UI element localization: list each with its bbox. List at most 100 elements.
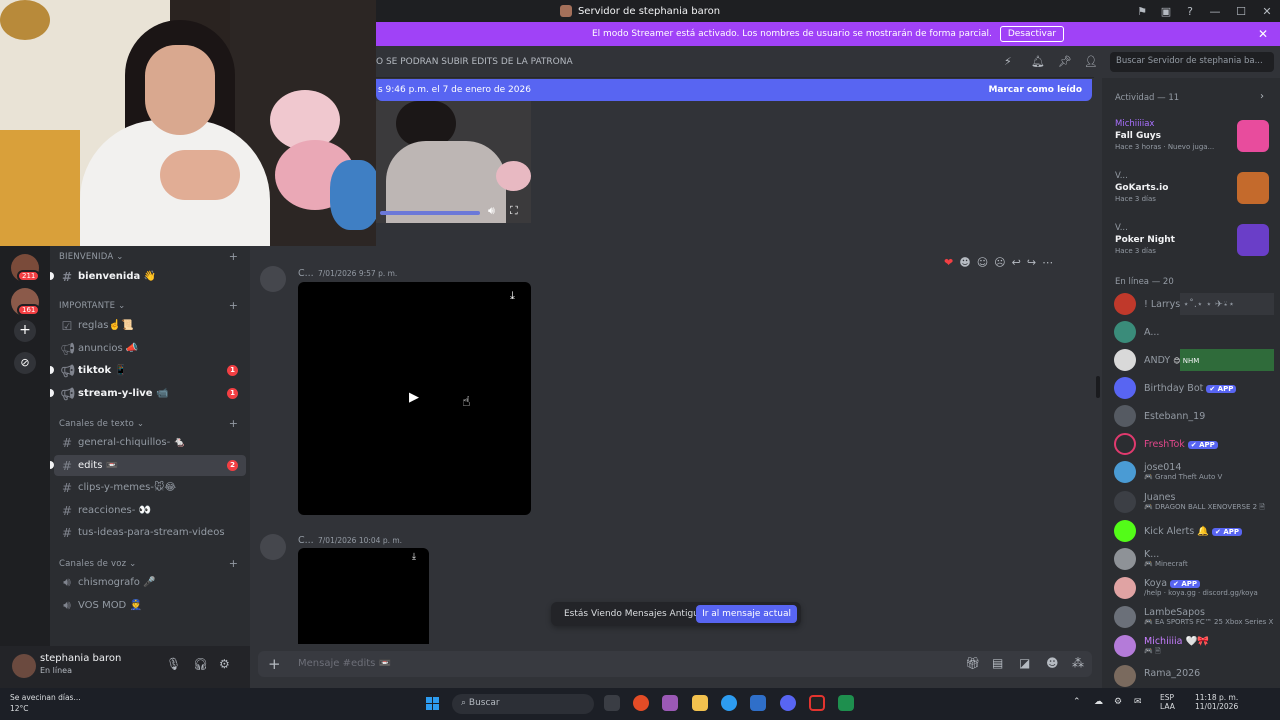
chevron-right-icon[interactable]: › [1260, 91, 1264, 102]
weather-widget[interactable]: Se avecinan días... 12°C [10, 693, 81, 713]
copilot-icon[interactable] [662, 695, 678, 711]
member-item[interactable]: Kick Alerts 🔔 ✔ APP [1114, 518, 1276, 544]
download-icon[interactable]: ⤓ [412, 552, 416, 562]
member-item[interactable]: jose014 🎮 Grand Theft Auto V [1114, 459, 1276, 485]
chrome-icon[interactable] [633, 695, 649, 711]
apps-icon[interactable]: ⁂ [1072, 656, 1084, 670]
gift-icon[interactable]: 🎁︎ [965, 656, 980, 670]
task-view-icon[interactable] [604, 695, 620, 711]
channel-bienvenida[interactable]: # bienvenida 👋 [50, 266, 246, 287]
channel-reglas[interactable]: ☑ reglas☝️📜 [54, 315, 246, 336]
taskbar-search-input[interactable]: ⌕ Buscar [452, 694, 594, 714]
add-channel-icon[interactable]: + [229, 250, 238, 263]
obs-icon[interactable] [809, 695, 825, 711]
voice-channel-chismografo[interactable]: 🔊︎ chismografo 🎤 [54, 572, 246, 593]
member-item[interactable]: K... 🎮 Minecraft [1114, 546, 1276, 572]
edge-icon[interactable] [721, 695, 737, 711]
add-attachment-icon[interactable]: + [268, 655, 281, 673]
download-icon[interactable]: ⤓ [510, 289, 515, 303]
category-canales-de-voz[interactable]: Canales de voz ⌄ [59, 559, 137, 569]
chevron-up-icon[interactable]: ⌃ [1073, 697, 1081, 707]
channel-stream-y-live[interactable]: 📢︎ stream-y-live 📹 1 [50, 383, 246, 404]
member-item[interactable]: ! Larrys ⋆˚.⋆ ⋆ ✈︎⍣⋆ [1114, 291, 1276, 317]
forward-icon[interactable]: ↪ [1027, 256, 1036, 269]
channel-anuncios[interactable]: 📢︎ anuncios 📣 [54, 338, 246, 359]
clock[interactable]: 11:18 p. m. 11/01/2026 [1195, 693, 1238, 711]
reply-icon[interactable]: ↩ [1012, 256, 1021, 269]
avatar[interactable] [12, 654, 36, 678]
threads-icon[interactable]: ⚡ [1004, 55, 1012, 68]
store-icon[interactable] [750, 695, 766, 711]
member-item[interactable]: Koya ✔ APP /help · koya.gg · discord.gg/k… [1114, 575, 1276, 601]
member-item[interactable]: LambeSapos 🎮 EA SPORTS FC™ 25 Xbox Serie… [1114, 604, 1276, 630]
avatar[interactable] [260, 266, 286, 292]
channel-clips-y-memes[interactable]: # clips-y-memes-🐭😂 [54, 477, 246, 498]
add-channel-icon[interactable]: + [229, 417, 238, 430]
minimize-button[interactable]: — [1202, 5, 1228, 18]
add-server-button[interactable]: + [14, 320, 36, 342]
headphones-icon[interactable]: 🎧︎ [193, 657, 208, 671]
message-author[interactable]: C... [298, 535, 314, 546]
member-item[interactable]: Birthday Bot ✔ APP [1114, 375, 1276, 401]
tray-icon[interactable]: ⚙ [1114, 697, 1122, 707]
category-importante[interactable]: IMPORTANTE ⌄ [59, 301, 125, 311]
file-explorer-icon[interactable] [692, 695, 708, 711]
voice-channel-vos-mod[interactable]: 🔊︎ VOS MOD 👮 [54, 595, 246, 616]
close-banner-icon[interactable]: ✕ [1258, 27, 1268, 41]
member-item[interactable]: Rama_2026 [1114, 663, 1276, 687]
member-item[interactable]: FreshTok ✔ APP [1114, 431, 1276, 457]
search-input[interactable]: Buscar Servidor de stephania ba... [1110, 52, 1274, 72]
channel-tiktok[interactable]: 📢︎ tiktok 📱 1 [50, 360, 246, 381]
maximize-button[interactable]: ☐ [1228, 5, 1254, 18]
video-progress-bar[interactable] [380, 211, 480, 215]
language-indicator[interactable]: ESP LAA [1160, 693, 1175, 711]
member-item[interactable]: A... [1114, 319, 1276, 345]
pin-icon[interactable]: 📌︎ [1058, 55, 1072, 68]
add-channel-icon[interactable]: + [229, 557, 238, 570]
video-player-previous[interactable]: 🔊︎ ⛶ [376, 101, 531, 223]
add-reaction-icon[interactable]: ☹ [994, 256, 1005, 269]
message-input[interactable]: Mensaje #edits 📼 [298, 658, 391, 669]
video-attachment[interactable] [298, 548, 429, 644]
microphone-icon[interactable]: 🎙︎ [166, 657, 181, 671]
tray-icon[interactable]: ☁ [1094, 697, 1103, 707]
tray-icon[interactable]: ✉ [1134, 697, 1142, 707]
username[interactable]: stephania baron [40, 653, 121, 664]
reaction-emoji-icon[interactable]: ☻ [959, 256, 970, 269]
category-canales-de-texto[interactable]: Canales de texto ⌄ [59, 419, 144, 429]
excel-icon[interactable] [838, 695, 854, 711]
reaction-emoji-icon[interactable]: ☺ [977, 256, 988, 269]
message-author[interactable]: C... [298, 268, 314, 279]
more-options-icon[interactable]: ⋯ [1042, 256, 1053, 269]
screen-share-icon[interactable]: ▣ [1154, 5, 1178, 18]
member-item[interactable]: Estebann_19 [1114, 403, 1276, 429]
channel-reacciones[interactable]: # reacciones- 👀 [54, 500, 246, 521]
scrollbar[interactable] [1096, 376, 1100, 398]
avatar[interactable] [260, 534, 286, 560]
notifications-bell-icon[interactable]: 🔔︎ [1031, 55, 1045, 68]
play-icon[interactable]: ▶ [409, 390, 419, 405]
channel-topic[interactable]: O SE PODRAN SUBIR EDITS DE LA PATRONA [376, 57, 573, 67]
category-bienvenida[interactable]: BIENVENIDA ⌄ [59, 252, 124, 262]
windows-start-icon[interactable] [426, 697, 440, 711]
member-item[interactable]: Juanes 🎮 DRAGON BALL XENOVERSE 2 🗎 [1114, 489, 1276, 515]
new-messages-bar[interactable]: s 9:46 p.m. el 7 de enero de 2026 Marcar… [376, 79, 1092, 101]
channel-tus-ideas[interactable]: # tus-ideas-para-stream-videos [54, 522, 246, 543]
sticker-icon[interactable]: ◪ [1019, 656, 1030, 670]
settings-gear-icon[interactable]: ⚙ [219, 657, 230, 671]
gif-icon[interactable]: ▤ [992, 656, 1003, 670]
channel-general-chiquillos[interactable]: # general-chiquillos- 🐁 [54, 432, 246, 453]
member-item[interactable]: Michiiiia 🤍🎀 🎮 🗎 [1114, 633, 1276, 659]
mark-as-read-button[interactable]: Marcar como leído [988, 85, 1082, 95]
emoji-icon[interactable]: ☻ [1046, 656, 1059, 670]
close-window-button[interactable]: ✕ [1254, 5, 1280, 18]
inbox-icon[interactable]: ⚑ [1130, 5, 1154, 18]
jump-to-present-button[interactable]: Ir al mensaje actual [696, 605, 797, 623]
discord-icon[interactable] [780, 695, 796, 711]
add-channel-icon[interactable]: + [229, 299, 238, 312]
member-list-icon[interactable]: 👤︎ [1084, 55, 1098, 68]
disable-streamer-mode-button[interactable]: Desactivar [999, 26, 1065, 42]
heart-reaction-icon[interactable]: ❤ [944, 256, 953, 269]
volume-icon[interactable]: 🔊︎ [488, 204, 495, 218]
channel-edits[interactable]: # edits 📼 2 [50, 455, 246, 476]
